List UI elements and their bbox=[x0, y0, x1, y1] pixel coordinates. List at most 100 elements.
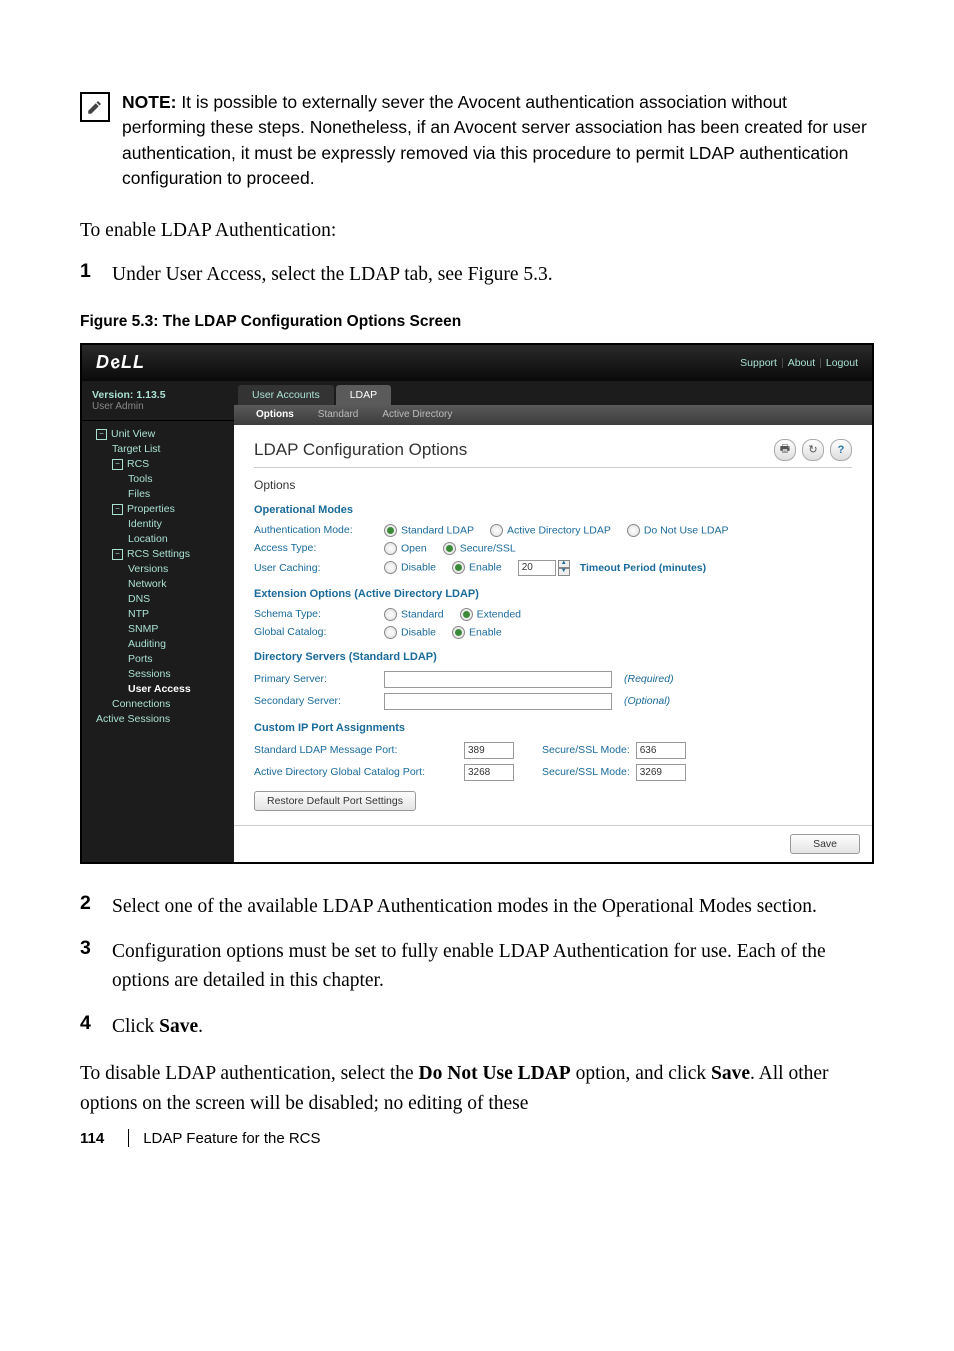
cache-timeout-input[interactable] bbox=[518, 560, 556, 576]
help-icon[interactable]: ? bbox=[830, 439, 852, 461]
spinner-icon[interactable]: ▲▼ bbox=[558, 560, 570, 576]
adgc-port-label: Active Directory Global Catalog Port: bbox=[254, 766, 464, 778]
tree-network[interactable]: Network bbox=[86, 577, 234, 592]
secondary-server-label: Secondary Server: bbox=[254, 695, 384, 707]
refresh-icon[interactable]: ↻ bbox=[802, 439, 824, 461]
tree-auditing[interactable]: Auditing bbox=[86, 637, 234, 652]
collapse-icon[interactable]: − bbox=[96, 429, 107, 440]
tree-active-sessions[interactable]: Active Sessions bbox=[86, 712, 234, 727]
tree-rcs[interactable]: −RCS bbox=[86, 457, 234, 472]
tree-location[interactable]: Location bbox=[86, 532, 234, 547]
sidebar: Version: 1.13.5 User Admin −Unit View Ta… bbox=[82, 381, 234, 862]
ssl-port-1-input[interactable] bbox=[636, 742, 686, 759]
ssl-mode-label-2: Secure/SSL Mode: bbox=[542, 766, 630, 778]
radio-open[interactable] bbox=[384, 542, 397, 555]
print-icon[interactable]: 🖶 bbox=[774, 439, 796, 461]
logout-link[interactable]: Logout bbox=[826, 357, 858, 369]
adgc-port-row: Active Directory Global Catalog Port: Se… bbox=[254, 764, 852, 781]
radio-secure-ssl[interactable] bbox=[443, 542, 456, 555]
content-panel: LDAP Configuration Options 🖶 ↻ ? Options… bbox=[234, 425, 872, 825]
app-topbar: DeLL Support|About|Logout bbox=[82, 345, 872, 381]
note-text: NOTE: It is possible to externally sever… bbox=[122, 90, 874, 192]
access-type-row: Access Type: Open Secure/SSL bbox=[254, 542, 852, 555]
tab-user-accounts[interactable]: User Accounts bbox=[238, 385, 334, 405]
secondary-server-input[interactable] bbox=[384, 693, 612, 710]
tree-sessions[interactable]: Sessions bbox=[86, 667, 234, 682]
primary-server-row: Primary Server: (Required) bbox=[254, 671, 852, 688]
subtab-active-directory[interactable]: Active Directory bbox=[370, 409, 464, 420]
tree-rcs-settings[interactable]: −RCS Settings bbox=[86, 547, 234, 562]
radio-ad-ldap[interactable] bbox=[490, 524, 503, 537]
tree-connections[interactable]: Connections bbox=[86, 697, 234, 712]
radio-cache-disable[interactable] bbox=[384, 561, 397, 574]
timeout-label: Timeout Period (minutes) bbox=[580, 562, 706, 574]
standard-port-row: Standard LDAP Message Port: Secure/SSL M… bbox=[254, 742, 852, 759]
tree-ntp[interactable]: NTP bbox=[86, 607, 234, 622]
screenshot-figure: DeLL Support|About|Logout Version: 1.13.… bbox=[80, 343, 874, 864]
collapse-icon[interactable]: − bbox=[112, 549, 123, 560]
note-block: NOTE: It is possible to externally sever… bbox=[80, 90, 874, 192]
std-port-label: Standard LDAP Message Port: bbox=[254, 744, 464, 756]
subtab-standard[interactable]: Standard bbox=[306, 409, 371, 420]
step-2-number: 2 bbox=[80, 892, 112, 921]
auth-mode-label: Authentication Mode: bbox=[254, 524, 384, 536]
subtab-options[interactable]: Options bbox=[244, 409, 306, 420]
step-4-number: 4 bbox=[80, 1012, 112, 1041]
radio-schema-standard[interactable] bbox=[384, 608, 397, 621]
schema-type-row: Schema Type: Standard Extended bbox=[254, 608, 852, 621]
tree-snmp[interactable]: SNMP bbox=[86, 622, 234, 637]
tree-versions[interactable]: Versions bbox=[86, 562, 234, 577]
user-caching-label: User Caching: bbox=[254, 562, 384, 574]
tree-properties[interactable]: −Properties bbox=[86, 502, 234, 517]
footer-bar: Save bbox=[234, 825, 872, 862]
extension-options-heading: Extension Options (Active Directory LDAP… bbox=[254, 588, 852, 600]
support-link[interactable]: Support bbox=[740, 357, 777, 369]
tree-target-list[interactable]: Target List bbox=[86, 442, 234, 457]
tree-files[interactable]: Files bbox=[86, 487, 234, 502]
primary-server-label: Primary Server: bbox=[254, 673, 384, 685]
primary-server-input[interactable] bbox=[384, 671, 612, 688]
step-3-number: 3 bbox=[80, 937, 112, 996]
enable-heading: To enable LDAP Authentication: bbox=[80, 220, 874, 242]
tree-identity[interactable]: Identity bbox=[86, 517, 234, 532]
step-1-number: 1 bbox=[80, 260, 112, 289]
step-1-text: Under User Access, select the LDAP tab, … bbox=[112, 260, 874, 289]
radio-cache-enable[interactable] bbox=[452, 561, 465, 574]
adgc-port-input[interactable] bbox=[464, 764, 514, 781]
radio-no-ldap[interactable] bbox=[627, 524, 640, 537]
top-links: Support|About|Logout bbox=[740, 357, 858, 369]
ssl-port-2-input[interactable] bbox=[636, 764, 686, 781]
tree-tools[interactable]: Tools bbox=[86, 472, 234, 487]
radio-standard-ldap[interactable] bbox=[384, 524, 397, 537]
tree-user-access[interactable]: User Access bbox=[86, 682, 234, 697]
page-number: 114 bbox=[80, 1130, 104, 1147]
nav-tree: −Unit View Target List −RCS Tools Files … bbox=[82, 421, 234, 733]
version-label: Version: 1.13.5 bbox=[92, 389, 224, 401]
std-port-input[interactable] bbox=[464, 742, 514, 759]
collapse-icon[interactable]: − bbox=[112, 459, 123, 470]
radio-schema-extended[interactable] bbox=[460, 608, 473, 621]
sidebar-header: Version: 1.13.5 User Admin bbox=[82, 381, 234, 421]
about-link[interactable]: About bbox=[788, 357, 815, 369]
content-title: LDAP Configuration Options bbox=[254, 440, 467, 460]
schema-type-label: Schema Type: bbox=[254, 608, 384, 620]
tab-ldap[interactable]: LDAP bbox=[336, 385, 391, 405]
tree-unit-view[interactable]: −Unit View bbox=[86, 427, 234, 442]
radio-gc-disable[interactable] bbox=[384, 626, 397, 639]
closing-paragraph: To disable LDAP authentication, select t… bbox=[80, 1059, 874, 1119]
collapse-icon[interactable]: − bbox=[112, 504, 123, 515]
radio-gc-enable[interactable] bbox=[452, 626, 465, 639]
global-catalog-label: Global Catalog: bbox=[254, 626, 384, 638]
required-note: (Required) bbox=[624, 673, 674, 685]
tree-dns[interactable]: DNS bbox=[86, 592, 234, 607]
note-label: NOTE: bbox=[122, 92, 176, 112]
brand-logo: DeLL bbox=[96, 352, 145, 373]
restore-defaults-button[interactable]: Restore Default Port Settings bbox=[254, 791, 416, 811]
auth-mode-row: Authentication Mode: Standard LDAP Activ… bbox=[254, 524, 852, 537]
tree-ports[interactable]: Ports bbox=[86, 652, 234, 667]
save-button[interactable]: Save bbox=[790, 834, 860, 854]
footer-divider bbox=[128, 1129, 129, 1147]
secondary-tabs: Options Standard Active Directory bbox=[234, 405, 872, 425]
global-catalog-row: Global Catalog: Disable Enable bbox=[254, 626, 852, 639]
note-body: It is possible to externally sever the A… bbox=[122, 92, 867, 188]
